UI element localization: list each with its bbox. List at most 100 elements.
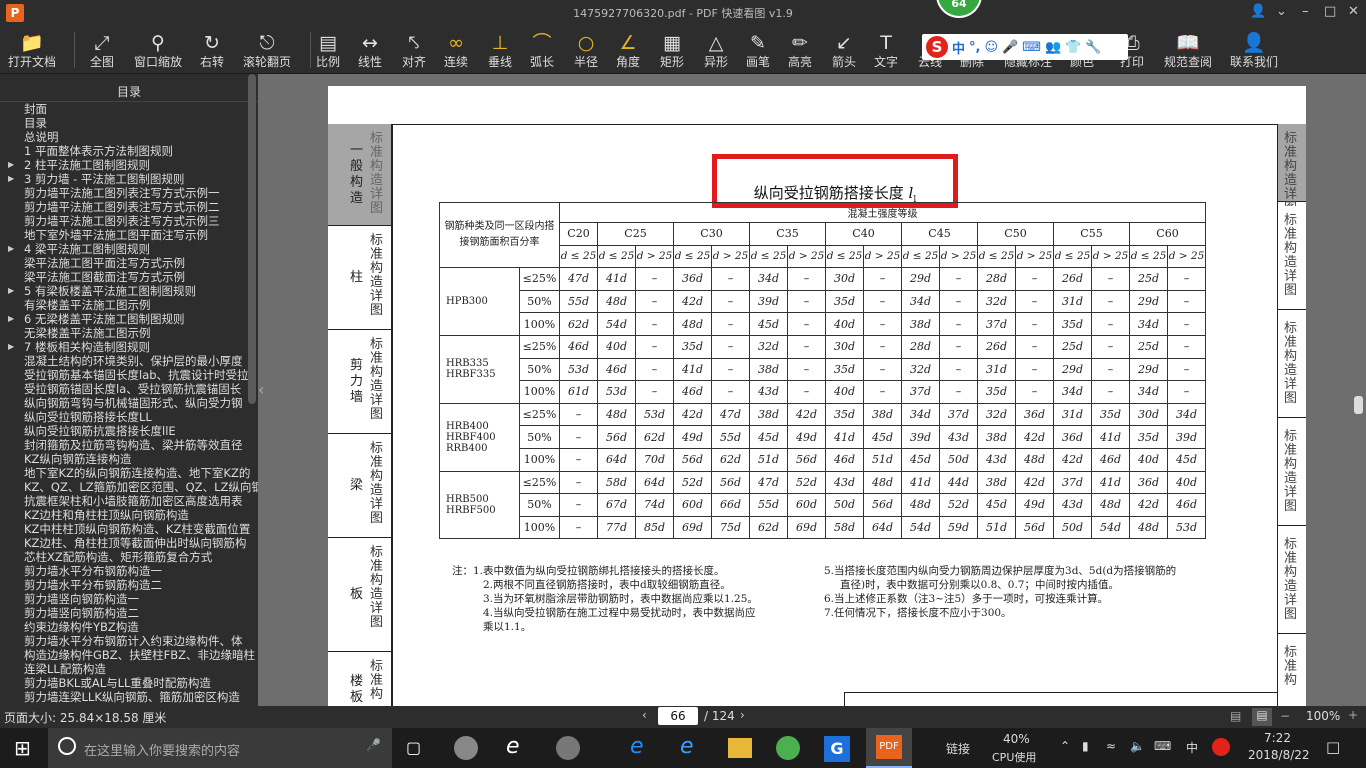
ime-punct-icon[interactable]: °, [969,40,980,55]
toc-item[interactable]: KZ纵向钢筋连接构造 [0,452,258,466]
toc-item[interactable]: 约束边缘构件YBZ构造 [0,620,258,634]
toc-scrollbar[interactable] [248,74,256,404]
ime-user-icon[interactable]: 👥 [1045,40,1061,55]
toc-item[interactable]: 抗震框架柱和小墙肢箍筋加密区高度选用表 [0,494,258,508]
toc-item[interactable]: ▶ 3 剪力墙 - 平法施工图制图规则 [0,172,258,186]
toc-item[interactable]: 混凝土结构的环境类别、保护层的最小厚度 [0,354,258,368]
maximize-button[interactable]: □ [1324,4,1336,19]
toc-item[interactable]: 目录 [0,116,258,130]
expand-arrow-icon[interactable]: ▶ [8,284,14,298]
toolbar-button-highlight[interactable]: ✏ 高亮 [788,28,812,72]
expand-arrow-icon[interactable]: ▶ [8,242,14,256]
volume-icon[interactable]: 🔈 [1130,739,1145,753]
toc-item[interactable]: 纵向钢筋弯钩与机械锚固形式、纵向受力钢 [0,396,258,410]
toc-item[interactable]: ▶ 5 有梁板楼盖平法施工图制图规则 [0,284,258,298]
network-icon[interactable]: ≈ [1106,739,1116,753]
toc-item[interactable]: 有梁楼盖平法施工图示例 [0,298,258,312]
toolbar-button-fit-screen[interactable]: ⤢ 全图 [90,28,114,72]
sogou-tray-icon[interactable] [1212,738,1230,756]
pinwheel-app-icon[interactable] [454,736,478,760]
toolbar-button-angle[interactable]: ∠ 角度 [616,28,640,72]
file-explorer-icon[interactable] [728,738,752,758]
toolbar-button-arc[interactable]: ⌒ 弧长 [530,28,554,72]
expand-arrow-icon[interactable]: ▶ [8,312,14,326]
zoom-out-button[interactable]: − [1280,709,1290,723]
ie-browser-icon-2[interactable]: e [680,734,694,759]
toc-item[interactable]: 连梁LL配筋构造 [0,662,258,676]
toc-item[interactable]: 纵向受拉钢筋搭接长度LL [0,410,258,424]
side-tab-right[interactable]: 标准构造详图 [1278,530,1306,634]
toc-item[interactable]: 剪力墙连梁LLK纵向钢筋、箍筋加密区构造 [0,690,258,704]
keyboard-icon[interactable]: ⌨ [1154,739,1171,753]
toc-item[interactable]: 剪力墙竖向钢筋构造二 [0,606,258,620]
ime-voice-icon[interactable]: 🎤 [1002,40,1018,55]
toc-item[interactable]: ▶ 6 无梁楼盖平法施工图制图规则 [0,312,258,326]
toc-item[interactable]: ▶ 4 梁平法施工图制图规则 [0,242,258,256]
page-scrollbar[interactable] [1354,396,1363,414]
tray-expand-icon[interactable]: ⌃ [1060,739,1070,753]
ime-keyboard-icon[interactable]: ⌨ [1022,40,1041,55]
toc-item[interactable]: KZ、QZ、LZ箍筋加密区范围、QZ、LZ纵向钢 [0,480,258,494]
ie-browser-icon[interactable]: e [506,734,520,759]
toc-item[interactable]: KZ边柱和角柱柱顶纵向钢筋构造 [0,508,258,522]
ime-toolbar[interactable]: S 中 °, ☺ 🎤 ⌨ 👥 👕 🔧 [922,34,1128,60]
toolbar-button-polygon[interactable]: △ 异形 [704,28,728,72]
side-tab-left[interactable]: 楼板相标准构 [328,652,392,706]
toc-item[interactable]: 封面 [0,102,258,116]
side-tab-left[interactable]: 梁标准构造详图 [328,434,392,538]
user-icon[interactable]: 👤 [1250,4,1266,19]
zoom-level[interactable]: 100% [1306,709,1340,723]
toc-item[interactable]: 地下室KZ的纵向钢筋连接构造、地下室KZ的 [0,466,258,480]
toolbar-button-align[interactable]: ⤣ 对齐 [402,28,426,72]
ime-skin-icon[interactable]: 👕 [1065,40,1081,55]
ime-tools-icon[interactable]: 🔧 [1085,40,1101,55]
toc-item[interactable]: 纵向受拉钢筋抗震搭接长度llE [0,424,258,438]
toc-item[interactable]: 受拉钢筋基本锚固长度lab、抗震设计时受拉 [0,368,258,382]
task-view-icon[interactable]: ▢ [406,738,421,757]
toc-item[interactable]: ▶ 2 柱平法施工图制图规则 [0,158,258,172]
toolbar-button-scale[interactable]: ▤ 比例 [316,28,340,72]
ime-indicator[interactable]: 中 [1186,739,1198,756]
windows-start-icon[interactable]: ⊞ [14,736,31,760]
chrome-like-icon[interactable] [556,736,580,760]
toolbar-button-magnifier[interactable]: ⚲ 窗口缩放 [134,28,182,72]
side-tab-left[interactable]: 柱标准构造详图 [328,226,392,330]
toolbar-button-contact[interactable]: 👤 联系我们 [1230,28,1278,72]
clock-date[interactable]: 2018/8/22 [1248,748,1310,762]
toc-item[interactable]: 梁平法施工图平面注写方式示例 [0,256,258,270]
toolbar-button-arrow[interactable]: ↙ 箭头 [832,28,856,72]
toc-item[interactable]: 剪力墙竖向钢筋构造一 [0,592,258,606]
toc-item[interactable]: 无梁楼盖平法施工图示例 [0,326,258,340]
toolbar-button-mouse[interactable]: ⎋ 滚轮翻页 [243,28,291,72]
toc-item[interactable]: 剪力墙平法施工图列表注写方式示例一 [0,186,258,200]
toc-item[interactable]: 1 平面整体表示方法制图规则 [0,144,258,158]
search-box[interactable]: 在这里输入你要搜索的内容 🎤 [48,728,392,768]
page-number-input[interactable]: 66 [658,707,698,725]
toolbar-button-perpendicular[interactable]: ⊥ 垂线 [488,28,512,72]
toolbar-button-continuous[interactable]: ∞ 连续 [444,28,468,72]
toc-item[interactable]: 地下室外墙平法施工图平面注写示例 [0,228,258,242]
toc-item[interactable]: 芯柱XZ配筋构造、矩形箍筋复合方式 [0,550,258,564]
toc-item[interactable]: 构造边缘构件GBZ、扶壁柱FBZ、非边缘暗柱 [0,648,258,662]
toc-item[interactable]: 剪力墙平法施工图列表注写方式示例三 [0,214,258,228]
ime-emoji-icon[interactable]: ☺ [984,40,998,55]
zoom-in-button[interactable]: + [1348,708,1358,722]
minimize-button[interactable]: – [1302,4,1309,19]
toolbar-button-rotate[interactable]: ↻ 右转 [200,28,224,72]
toc-item[interactable]: 梁平法施工图截面注写方式示例 [0,270,258,284]
ime-language[interactable]: 中 [952,38,965,57]
side-tab-left[interactable]: 板标准构造详图 [328,538,392,652]
toc-item[interactable]: 封闭箍筋及拉筋弯钩构造、梁并筋等效直径 [0,438,258,452]
link-label[interactable]: 链接 [946,740,970,757]
edge-browser-icon[interactable]: e [630,734,644,759]
expand-arrow-icon[interactable]: ▶ [8,340,14,354]
toolbar-button-linear[interactable]: ↔ 线性 [358,28,382,72]
pdf-viewer-taskbar-button[interactable]: PDF [866,728,912,768]
toc-item[interactable]: 总说明 [0,130,258,144]
single-page-view-icon[interactable]: ▤ [1230,709,1241,723]
microphone-icon[interactable]: 🎤 [366,738,381,752]
side-tab-left[interactable]: 剪力墙 标准构造详图 [328,330,392,434]
side-tab-left[interactable]: 一般构造 标准构造详图 [328,124,392,226]
toolbar-button-text[interactable]: T 文字 [874,28,898,72]
side-tab-right[interactable]: 标准构造详图 [1278,124,1306,216]
